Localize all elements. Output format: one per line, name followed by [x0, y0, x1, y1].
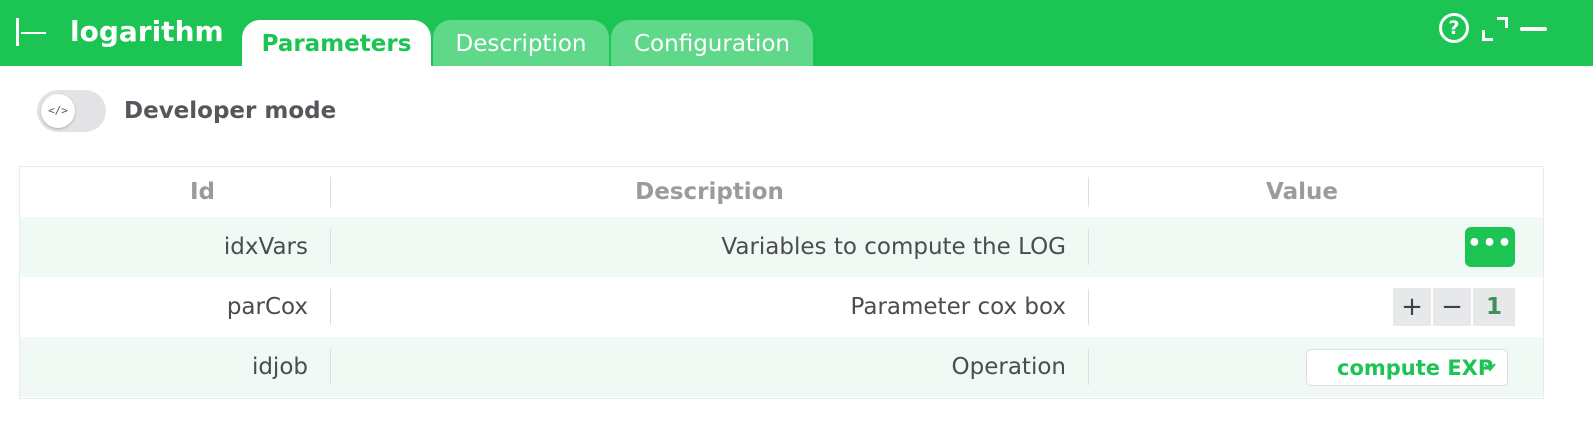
row-id: idxVars [223, 234, 308, 260]
table-row: parCox Parameter cox box + − 1 [20, 277, 1543, 337]
developer-mode-label: Developer mode [124, 98, 337, 124]
decrement-button[interactable]: − [1433, 288, 1471, 326]
help-icon[interactable]: ? [1439, 13, 1469, 43]
stepper-value[interactable]: 1 [1473, 288, 1515, 326]
column-header-description: Description [635, 179, 784, 205]
minimize-icon[interactable] [1520, 13, 1550, 43]
row-id: idjob [251, 354, 308, 380]
tab-description[interactable]: Description [433, 20, 609, 66]
column-header-id: Id [190, 179, 216, 205]
table-row: idjob Operation compute EXP [20, 337, 1543, 397]
chevron-down-icon [1484, 363, 1496, 372]
node-title: logarithm [70, 15, 224, 48]
tab-parameters[interactable]: Parameters [242, 20, 431, 66]
increment-button[interactable]: + [1393, 288, 1431, 326]
table-row: idxVars Variables to compute the LOG ••• [20, 217, 1543, 277]
operation-select-value: compute EXP [1337, 356, 1494, 380]
expand-icon[interactable] [1480, 13, 1510, 43]
code-icon: </> [41, 94, 75, 128]
row-description: Parameter cox box [850, 294, 1066, 320]
row-description: Operation [951, 354, 1066, 380]
parameters-table: Id Description Value idxVars Variables t… [19, 166, 1544, 399]
node-icon [16, 18, 46, 46]
row-id: parCox [226, 294, 308, 320]
operation-select[interactable]: compute EXP [1306, 349, 1508, 386]
ellipsis-icon[interactable]: ••• [1465, 227, 1515, 267]
top-bar: logarithm Parameters Description Configu… [0, 0, 1593, 66]
tab-configuration[interactable]: Configuration [611, 20, 813, 66]
table-header: Id Description Value [20, 167, 1543, 217]
developer-mode-toggle[interactable]: </> [37, 90, 106, 132]
column-header-value: Value [1266, 179, 1338, 205]
row-description: Variables to compute the LOG [721, 234, 1066, 260]
